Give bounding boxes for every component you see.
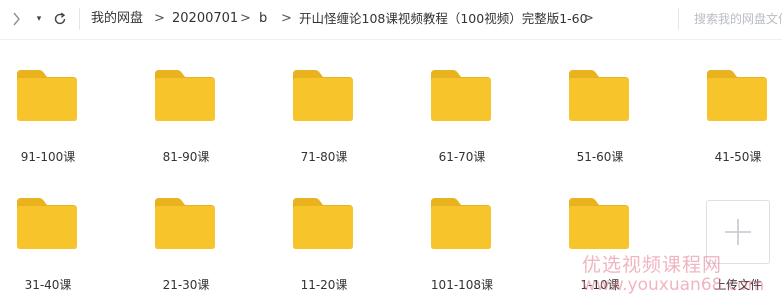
folder-icon	[17, 70, 77, 121]
folder-label: 71-80课	[300, 150, 348, 164]
toolbar-divider	[79, 8, 80, 30]
folder-icon	[431, 70, 491, 121]
folder-icon	[17, 198, 77, 249]
folder-item[interactable]: 61-70课	[412, 70, 512, 170]
folder-item[interactable]: 11-20课	[274, 198, 374, 298]
folder-item[interactable]: 21-30课	[136, 198, 236, 298]
folder-icon	[155, 70, 215, 121]
folder-label: 101-108课	[430, 278, 494, 292]
folder-icon	[293, 198, 353, 249]
folder-label: 51-60课	[576, 150, 624, 164]
folder-item[interactable]: 81-90课	[136, 70, 236, 170]
breadcrumb-separator: >	[281, 11, 292, 26]
folder-label: 41-50课	[714, 150, 762, 164]
watermark-title: 优选视频课程网	[582, 254, 723, 276]
search-input[interactable]: 搜索我的网盘文件	[694, 11, 782, 27]
folder-item[interactable]: 71-80课	[274, 70, 374, 170]
breadcrumb-b-folder[interactable]: b	[259, 11, 267, 27]
folder-label: 31-40课	[24, 278, 72, 292]
folder-icon	[569, 198, 629, 249]
folder-item[interactable]: 91-100课	[0, 70, 98, 170]
search-divider	[678, 8, 679, 30]
folder-label: 81-90课	[162, 150, 210, 164]
refresh-icon[interactable]	[51, 9, 69, 29]
breadcrumb-date-folder[interactable]: 20200701	[172, 11, 238, 27]
breadcrumb-more-icon[interactable]: >	[583, 11, 594, 27]
folder-label: 91-100课	[20, 150, 76, 164]
folder-icon	[293, 70, 353, 121]
folder-icon	[707, 70, 767, 121]
folder-item[interactable]: 41-50课	[688, 70, 782, 170]
folder-icon	[569, 70, 629, 121]
toolbar: ▾ 我的网盘 > 20200701 > b > 开山怪缠论108课视频教程（10…	[0, 0, 782, 40]
folder-icon	[431, 198, 491, 249]
watermark-url: www.youxuan68.com	[582, 275, 765, 295]
folder-item[interactable]: 101-108课	[412, 198, 512, 298]
breadcrumb-current-folder[interactable]: 开山怪缠论108课视频教程（100视频）完整版1-60	[299, 11, 588, 27]
breadcrumb-separator: >	[154, 11, 165, 26]
folder-icon	[155, 198, 215, 249]
folder-label: 21-30课	[162, 278, 210, 292]
back-icon[interactable]	[8, 9, 24, 29]
folder-label: 61-70课	[438, 150, 486, 164]
folder-item[interactable]: 31-40课	[0, 198, 98, 298]
folder-item[interactable]: 51-60课	[550, 70, 650, 170]
breadcrumb-root[interactable]: 我的网盘	[91, 11, 143, 27]
folder-label: 11-20课	[300, 278, 348, 292]
history-dropdown-icon[interactable]: ▾	[32, 9, 46, 29]
breadcrumb-separator: >	[240, 11, 251, 26]
